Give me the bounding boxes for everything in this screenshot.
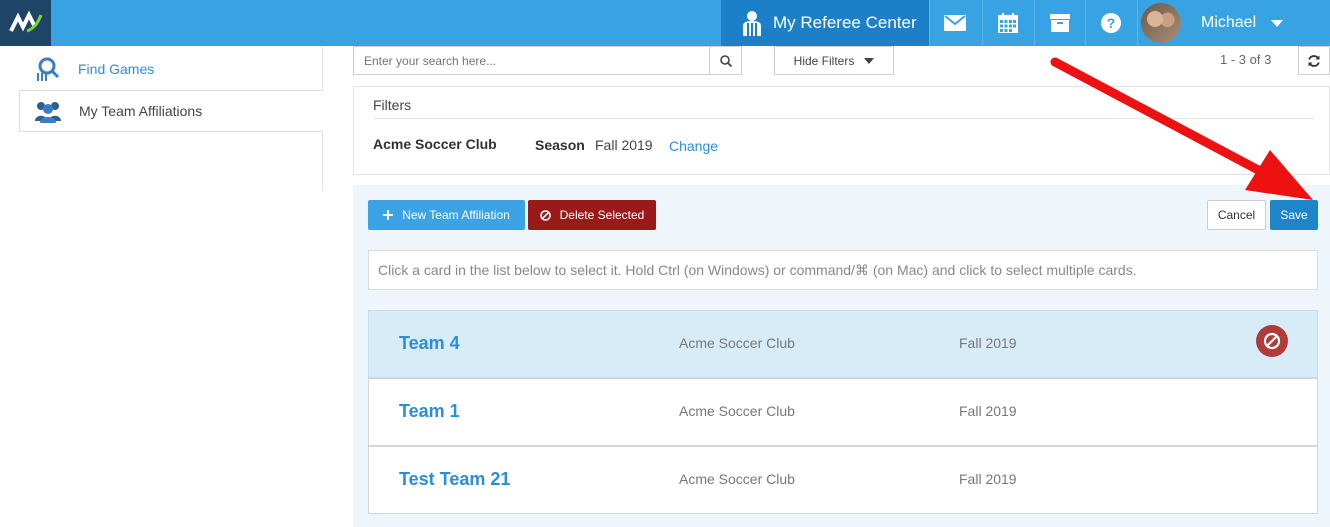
change-season-link[interactable]: Change xyxy=(669,138,718,154)
chevron-down-icon xyxy=(864,57,875,64)
referee-center-label: My Referee Center xyxy=(773,13,917,32)
team-name: Team 4 xyxy=(399,333,460,353)
app-logo[interactable] xyxy=(0,0,51,46)
delete-selected-button[interactable]: Delete Selected xyxy=(528,200,656,230)
team-club: Acme Soccer Club xyxy=(679,471,795,487)
ban-icon xyxy=(1263,332,1281,350)
team-card[interactable]: Team 4 Acme Soccer Club Fall 2019 xyxy=(368,310,1318,378)
search-button[interactable] xyxy=(709,47,741,74)
user-name: Michael xyxy=(1201,14,1257,31)
help-button[interactable]: ? xyxy=(1085,0,1136,46)
hide-filters-label: Hide Filters xyxy=(793,53,855,68)
divider xyxy=(373,118,1315,119)
cancel-button[interactable]: Cancel xyxy=(1207,200,1266,230)
selection-hint: Click a card in the list below to select… xyxy=(368,250,1318,290)
calendar-icon xyxy=(998,13,1018,33)
messages-button[interactable] xyxy=(929,0,980,46)
team-card[interactable]: Team 1 Acme Soccer Club Fall 2019 xyxy=(368,378,1318,446)
refresh-button[interactable] xyxy=(1298,46,1330,75)
new-team-affiliation-button[interactable]: New Team Affiliation xyxy=(368,200,525,230)
help-icon: ? xyxy=(1101,13,1121,33)
calendar-button[interactable] xyxy=(982,0,1033,46)
filters-title: Filters xyxy=(373,97,412,113)
team-club: Acme Soccer Club xyxy=(679,335,795,351)
logo-icon xyxy=(8,10,42,33)
team-club: Acme Soccer Club xyxy=(679,403,795,419)
avatar xyxy=(1141,3,1181,43)
referee-center-tab[interactable]: My Referee Center xyxy=(721,0,929,46)
archive-icon xyxy=(1050,14,1070,32)
team-affiliations-panel: New Team Affiliation Delete Selected Can… xyxy=(353,185,1330,527)
new-team-affiliation-label: New Team Affiliation xyxy=(402,208,510,222)
filter-season-value: Fall 2019 xyxy=(595,137,653,153)
team-season: Fall 2019 xyxy=(959,403,1017,419)
sidebar-item-find-games[interactable]: Find Games xyxy=(19,48,323,90)
team-season: Fall 2019 xyxy=(959,471,1017,487)
team-name: Team 1 xyxy=(399,401,460,421)
delete-selected-label: Delete Selected xyxy=(559,208,645,222)
sidebar-item-team-affiliations[interactable]: My Team Affiliations xyxy=(19,90,323,132)
ban-icon xyxy=(539,209,551,221)
referee-icon xyxy=(741,10,763,36)
envelope-icon xyxy=(944,15,966,31)
refresh-icon xyxy=(1308,54,1320,67)
chevron-down-icon xyxy=(1271,19,1284,27)
team-affiliations-icon xyxy=(32,97,64,125)
svg-text:?: ? xyxy=(1107,15,1116,31)
save-button[interactable]: Save xyxy=(1270,200,1318,230)
sidebar-item-label: Find Games xyxy=(78,61,155,77)
archive-button[interactable] xyxy=(1034,0,1085,46)
search-box xyxy=(353,46,742,75)
plus-icon xyxy=(383,210,394,220)
sidebar: Find Games My Team Affiliations xyxy=(0,46,323,191)
team-card[interactable]: Test Team 21 Acme Soccer Club Fall 2019 xyxy=(368,446,1318,514)
filter-season-label: Season xyxy=(535,137,585,153)
pagination-count: 1 - 3 of 3 xyxy=(1220,52,1272,67)
delete-team-button[interactable] xyxy=(1256,325,1288,357)
top-navbar: My Referee Center ? Michael xyxy=(0,0,1330,46)
team-name: Test Team 21 xyxy=(399,469,511,489)
sidebar-item-label: My Team Affiliations xyxy=(79,103,203,119)
filters-panel: Filters Acme Soccer Club Season Fall 201… xyxy=(353,86,1330,175)
hide-filters-button[interactable]: Hide Filters xyxy=(774,46,894,75)
find-games-icon xyxy=(31,55,63,83)
team-season: Fall 2019 xyxy=(959,335,1017,351)
search-input[interactable] xyxy=(354,47,709,74)
search-icon xyxy=(719,54,732,67)
user-menu[interactable]: Michael xyxy=(1137,0,1297,46)
filter-club: Acme Soccer Club xyxy=(373,136,497,152)
